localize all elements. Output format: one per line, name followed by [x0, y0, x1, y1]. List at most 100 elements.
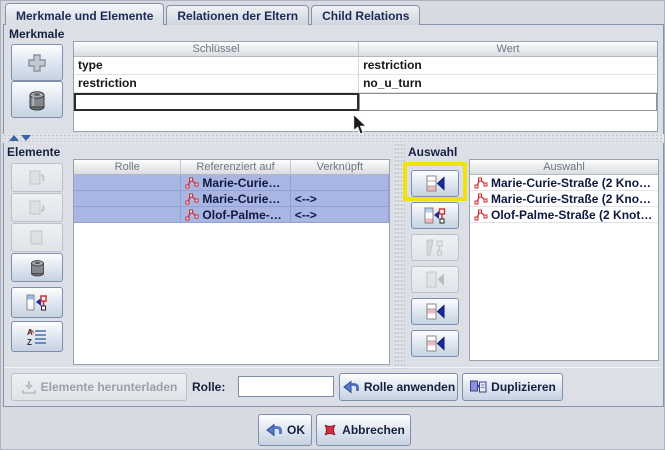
ok-arrow-icon — [265, 422, 283, 438]
role-label: Rolle: — [192, 380, 225, 394]
list-to-relation-icon — [25, 293, 49, 313]
selection-item-label: Olof-Palme-Straße (2 Knot… — [491, 208, 652, 222]
way-icon — [185, 209, 199, 221]
table-row[interactable]: Marie-Curie… — [74, 175, 389, 191]
list-item[interactable]: Marie-Curie-Straße (2 Kno… — [470, 191, 658, 207]
copy-members-to-selection-button[interactable] — [11, 287, 63, 318]
column-header-rolle: Rolle — [74, 160, 181, 174]
member-ref: Olof-Palme-… — [181, 207, 290, 223]
download-members-button[interactable]: Elemente herunterladen — [11, 373, 187, 401]
add-above-button[interactable] — [411, 298, 459, 325]
table-row[interactable]: Olof-Palme-… <--> — [74, 207, 389, 223]
collapse-up-icon[interactable] — [9, 135, 19, 141]
replace-selection-disabled-button[interactable] — [411, 266, 459, 293]
table-row[interactable]: type restriction — [74, 57, 657, 75]
selection-item-label: Marie-Curie-Straße (2 Kno… — [491, 192, 651, 206]
list-item[interactable]: Marie-Curie-Straße (2 Kno… — [470, 175, 658, 191]
list-arrow-left-disabled-icon — [424, 271, 446, 288]
ok-label: OK — [287, 423, 305, 437]
move-up-button[interactable] — [11, 163, 63, 192]
delete-tag-button[interactable] — [11, 81, 63, 118]
way-icon — [474, 177, 488, 189]
svg-text:Z: Z — [27, 338, 32, 347]
way-icon — [185, 177, 199, 189]
tab-child-relations[interactable]: Child Relations — [311, 5, 420, 25]
split-divider-horizontal[interactable] — [3, 134, 664, 143]
tag-key: restriction — [74, 75, 359, 93]
list-arrow-left-icon — [424, 335, 446, 352]
members-table-header: Rolle Referenziert auf Verknüpft — [74, 160, 389, 175]
cancel-label: Abbrechen — [342, 423, 405, 437]
members-table: Rolle Referenziert auf Verknüpft Marie-C… — [73, 159, 390, 365]
remove-selection-button[interactable] — [411, 234, 459, 261]
download-members-label: Elemente herunterladen — [41, 380, 178, 394]
list-arrow-left-icon — [424, 303, 446, 320]
member-role — [74, 207, 181, 223]
list-item[interactable]: Olof-Palme-Straße (2 Knot… — [470, 207, 658, 223]
merkmale-group-title: Merkmale — [9, 27, 64, 41]
way-icon — [474, 193, 488, 205]
column-header-auswahl: Auswahl — [470, 160, 658, 174]
collapse-down-icon[interactable] — [21, 135, 31, 141]
duplicate-icon — [469, 379, 487, 395]
tag-key-editor[interactable] — [74, 93, 359, 111]
table-row[interactable]: restriction no_u_turn — [74, 75, 657, 93]
document-arrow-icon — [27, 199, 47, 217]
ok-button[interactable]: OK — [258, 414, 312, 446]
selection-list-header: Auswahl — [470, 160, 658, 175]
column-header-verknuepft: Verknüpft — [291, 160, 389, 174]
tag-key: type — [74, 57, 359, 75]
add-below-button[interactable] — [411, 330, 459, 357]
tab-bar: Merkmale und Elemente Relationen der Elt… — [5, 3, 420, 25]
download-icon — [21, 379, 37, 395]
split-divider-vertical[interactable] — [394, 143, 405, 369]
way-icon — [185, 193, 199, 205]
relation-editor-dialog: Merkmale und Elemente Relationen der Elt… — [0, 0, 665, 450]
apply-role-button[interactable]: Rolle anwenden — [339, 373, 458, 401]
document-arrow-icon — [27, 169, 47, 187]
tags-table: Schlüssel Wert type restriction restrict… — [73, 41, 658, 132]
tab-merkmale-und-elemente[interactable]: Merkmale und Elemente — [5, 3, 164, 25]
cancel-x-icon — [322, 422, 338, 438]
tag-value: no_u_turn — [359, 75, 657, 93]
move-down-button[interactable] — [11, 193, 63, 222]
remove-member-button[interactable] — [11, 253, 63, 282]
table-row-editing[interactable] — [74, 93, 657, 111]
add-tag-button[interactable] — [11, 44, 63, 81]
member-role — [74, 191, 181, 207]
replace-selection-button[interactable] — [411, 170, 459, 197]
trash-icon — [29, 258, 46, 277]
cancel-button[interactable]: Abbrechen — [316, 414, 411, 446]
list-node-disabled-icon — [424, 239, 446, 256]
add-selection-to-members-button[interactable] — [411, 202, 459, 229]
column-header-wert: Wert — [359, 42, 657, 56]
edit-member-button[interactable] — [11, 223, 63, 252]
tags-table-header: Schlüssel Wert — [74, 42, 657, 57]
table-row[interactable]: Marie-Curie… <--> — [74, 191, 389, 207]
column-header-schluessel: Schlüssel — [74, 42, 359, 56]
selection-item: Olof-Palme-Straße (2 Knot… — [470, 207, 658, 223]
toolbar-separator — [4, 367, 661, 368]
sort-members-button[interactable]: A Z — [11, 321, 63, 352]
trash-icon — [27, 89, 47, 111]
duplicate-button[interactable]: Duplizieren — [462, 373, 563, 401]
sort-az-icon: A Z — [26, 327, 48, 347]
column-header-referenziert-auf: Referenziert auf — [181, 160, 290, 174]
list-arrow-left-icon — [424, 175, 446, 192]
selection-item: Marie-Curie-Straße (2 Kno… — [470, 175, 658, 191]
tab-relationen-der-eltern[interactable]: Relationen der Eltern — [166, 5, 309, 25]
auswahl-group-title: Auswahl — [408, 145, 457, 159]
selection-item-label: Marie-Curie-Straße (2 Kno… — [491, 176, 651, 190]
plus-icon — [27, 53, 47, 73]
member-role — [74, 175, 181, 191]
member-ref-label: Marie-Curie… — [202, 192, 280, 206]
role-input[interactable] — [238, 376, 334, 397]
apply-arrow-icon — [342, 379, 360, 395]
duplicate-label: Duplizieren — [491, 380, 556, 394]
elemente-group-title: Elemente — [7, 145, 60, 159]
member-ref-label: Olof-Palme-… — [202, 208, 281, 222]
member-ref: Marie-Curie… — [181, 191, 290, 207]
tag-value-editor[interactable] — [359, 93, 657, 111]
apply-role-label: Rolle anwenden — [364, 380, 455, 394]
selection-list: Auswahl Marie-Curie-Straße (2 Kno… — [469, 159, 659, 361]
